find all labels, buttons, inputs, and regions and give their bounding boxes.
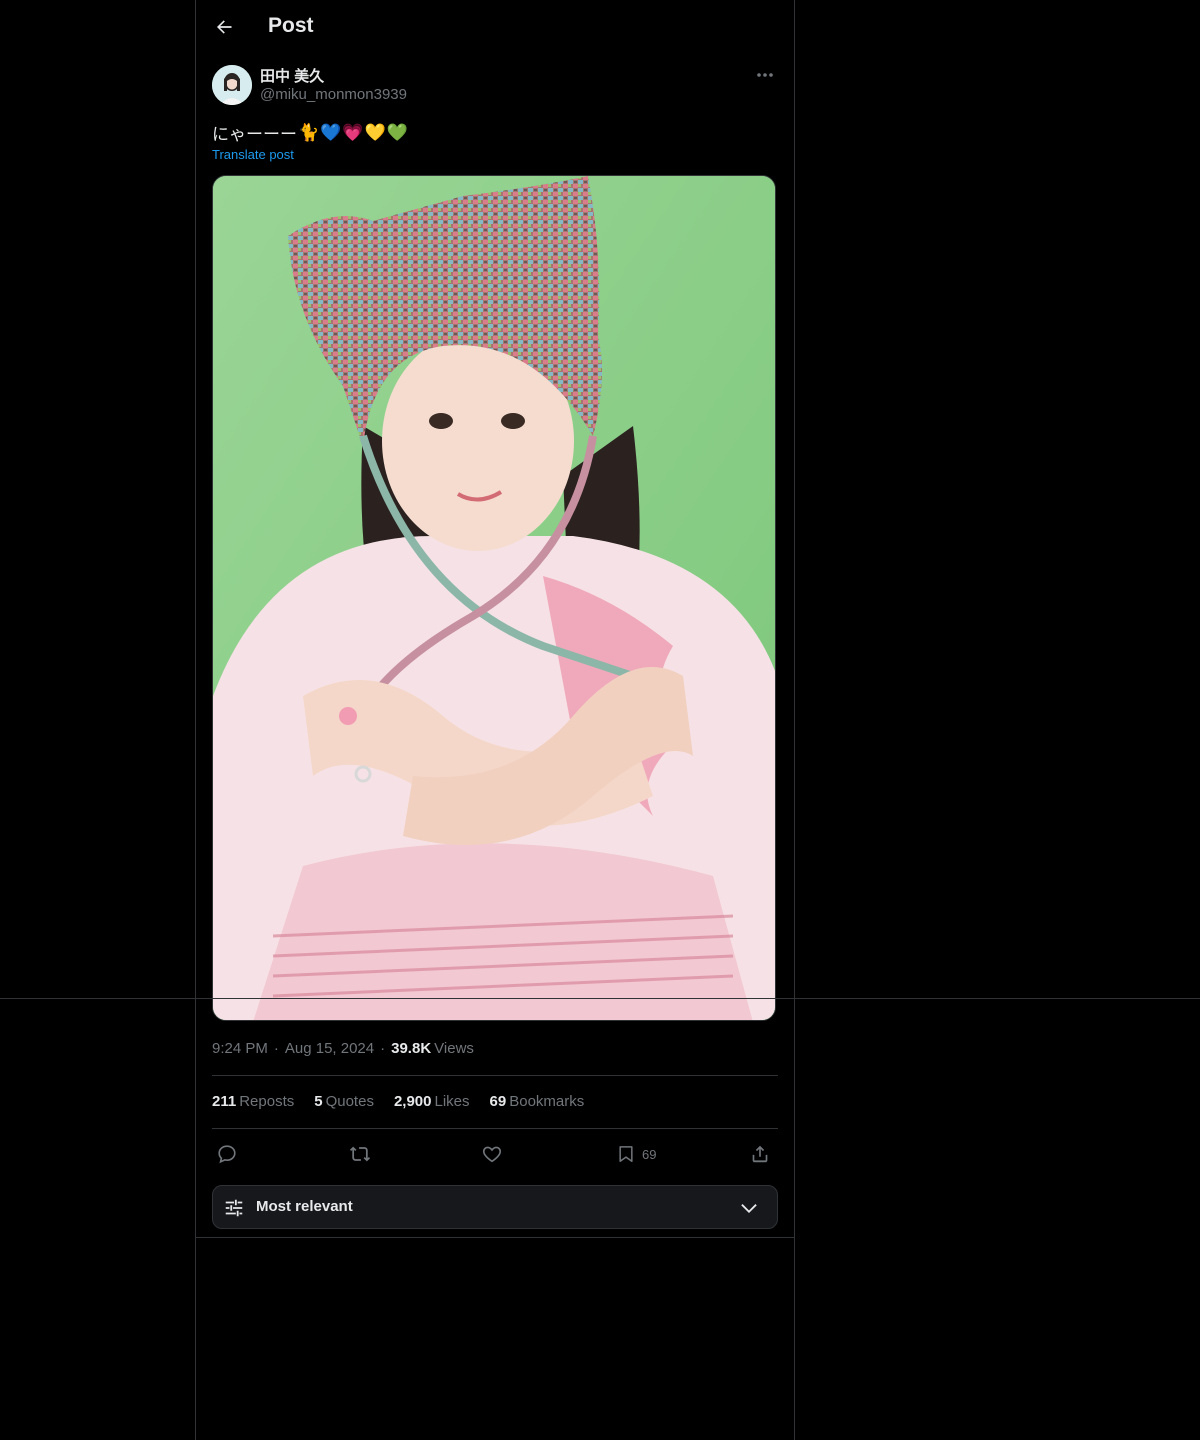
blue-heart-emoji: 💙 — [320, 122, 342, 142]
avatar[interactable] — [212, 65, 252, 105]
translate-post-link[interactable]: Translate post — [212, 147, 294, 162]
viewport-divider — [0, 998, 1200, 999]
separator-dot: · — [273, 1040, 279, 1057]
likes-label: Likes — [434, 1093, 470, 1110]
post-date[interactable]: Aug 15, 2024 — [285, 1040, 374, 1057]
pink-heart-emoji: 💗 — [342, 122, 364, 142]
divider — [212, 1128, 778, 1129]
bookmark-count: 69 — [642, 1146, 657, 1162]
author-handle[interactable]: @miku_monmon3939 — [260, 86, 407, 103]
quotes-label: Quotes — [325, 1093, 374, 1110]
divider — [212, 1075, 778, 1076]
post-body: にゃーーー — [212, 125, 297, 144]
photo-illustration — [213, 176, 775, 1020]
quotes-stat[interactable]: 5 Quotes — [314, 1093, 374, 1110]
bookmark-icon — [619, 1146, 633, 1162]
reposts-label: Reposts — [239, 1093, 295, 1110]
heart-icon — [482, 1146, 502, 1163]
separator-dot: · — [380, 1040, 386, 1057]
post-metadata: 9:24 PM · Aug 15, 2024 · 39.8K Views — [212, 1040, 474, 1057]
reply-button[interactable] — [216, 1140, 238, 1168]
bookmarks-label: Bookmarks — [509, 1093, 585, 1110]
sort-label: Most relevant — [256, 1198, 353, 1215]
repost-button[interactable] — [348, 1140, 372, 1168]
engagement-stats: 211 Reposts 5 Quotes 2,900 Likes 69 Bookmark… — [212, 1093, 604, 1110]
section-divider — [196, 1237, 794, 1238]
cat-emoji: 🐈 — [298, 122, 320, 142]
share-button[interactable] — [749, 1140, 771, 1168]
more-options-button[interactable] — [752, 64, 778, 86]
like-button[interactable] — [481, 1140, 503, 1168]
post-text: にゃーーー 🐈 💙 💗 💛 💚 — [212, 120, 408, 145]
views-label: Views — [434, 1040, 474, 1057]
bookmarks-count: 69 — [489, 1093, 507, 1110]
share-icon — [752, 1145, 768, 1163]
page-title: Post — [268, 14, 314, 37]
reposts-stat[interactable]: 211 Reposts — [212, 1093, 294, 1110]
likes-stat[interactable]: 2,900 Likes — [394, 1093, 470, 1110]
author-name[interactable]: 田中 美久 — [260, 65, 324, 86]
bookmarks-stat[interactable]: 69 Bookmarks — [490, 1093, 585, 1110]
more-horizontal-icon — [757, 73, 773, 77]
post-time[interactable]: 9:24 PM — [212, 1040, 268, 1057]
filter-sliders-icon — [225, 1199, 243, 1217]
reply-icon — [218, 1145, 236, 1164]
arrow-left-icon — [217, 20, 232, 34]
quotes-count: 5 — [314, 1093, 323, 1110]
green-heart-emoji: 💚 — [386, 122, 408, 142]
chevron-down-icon — [741, 1204, 757, 1214]
views-count: 39.8K — [391, 1040, 432, 1057]
bookmark-button[interactable]: 69 — [616, 1140, 656, 1168]
top-header: Post — [196, 0, 794, 54]
post-column: Post 田中 美久 @miku_monmon3939 にゃーーー 🐈 💙 💗 — [195, 0, 795, 1440]
reposts-count: 211 — [212, 1093, 237, 1110]
yellow-heart-emoji: 💛 — [364, 122, 386, 142]
likes-count: 2,900 — [393, 1093, 432, 1110]
reply-sort-dropdown[interactable]: Most relevant — [212, 1185, 778, 1229]
post-photo[interactable] — [212, 175, 776, 1021]
back-button[interactable] — [208, 11, 240, 43]
post-actions: 69 — [212, 1140, 778, 1168]
post-author: 田中 美久 @miku_monmon3939 — [212, 64, 778, 108]
repost-icon — [349, 1146, 371, 1162]
